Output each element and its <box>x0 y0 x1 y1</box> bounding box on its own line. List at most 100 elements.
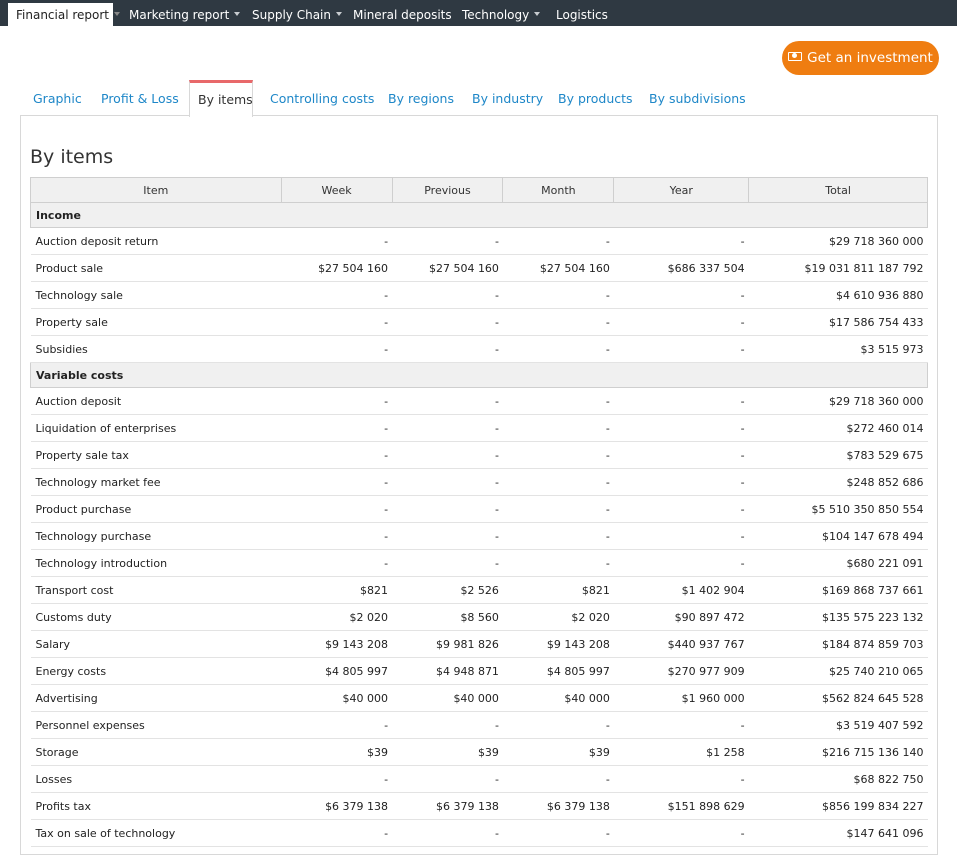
table-cell: - <box>392 765 503 793</box>
subtab-graphic[interactable]: Graphic <box>33 80 82 116</box>
section-title: Income <box>30 202 928 228</box>
table-cell: $3 519 407 592 <box>748 711 928 739</box>
table-row: Customs duty $2 020 $8 560 $2 020 $90 897 47… <box>30 603 928 631</box>
table-cell: $9 143 208 <box>502 630 614 658</box>
table-cell: $3 515 973 <box>748 335 928 363</box>
table-cell: - <box>281 765 393 793</box>
table-cell: - <box>613 387 749 415</box>
row-item-label: Profits tax <box>30 792 282 820</box>
table-cell: - <box>502 522 614 550</box>
nav-tab-financial-report[interactable]: Financial report <box>8 3 121 26</box>
table-cell: $40 000 <box>392 684 503 712</box>
table-cell: $821 <box>281 576 393 604</box>
table-row: Advertising $40 000 $40 000 $40 000 $1 960 0… <box>30 684 928 712</box>
table-cell: - <box>392 308 503 336</box>
table-cell: - <box>613 281 749 309</box>
table-cell: $27 504 160 <box>392 254 503 282</box>
table-cell: - <box>613 468 749 496</box>
table-cell: - <box>281 281 393 309</box>
subtab-controlling-costs[interactable]: Controlling costs <box>270 80 374 116</box>
page-title: By items <box>30 146 114 168</box>
row-item-label: Personnel expenses <box>30 711 282 739</box>
table-cell: $6 379 138 <box>281 792 393 820</box>
table-cell: $272 460 014 <box>748 414 928 442</box>
table-cell: $1 402 904 <box>613 576 749 604</box>
table-cell: - <box>502 819 614 847</box>
nav-tab-technology[interactable]: Technology <box>454 3 548 26</box>
nav-tab-logistics[interactable]: Logistics <box>548 3 616 26</box>
row-item-label: Auction deposit return <box>30 227 282 255</box>
table-cell: $4 610 936 880 <box>748 281 928 309</box>
table-cell: $6 379 138 <box>502 792 614 820</box>
subtab-by-products[interactable]: By products <box>558 80 633 116</box>
table-cell: - <box>392 549 503 577</box>
table-cell: $821 <box>502 576 614 604</box>
table-cell: - <box>502 308 614 336</box>
row-item-label: Tax on sale of technology <box>30 819 282 847</box>
table-cell: $147 641 096 <box>748 819 928 847</box>
table-cell: $39 <box>392 738 503 766</box>
row-item-label: Technology sale <box>30 281 282 309</box>
table-cell: $104 147 678 494 <box>748 522 928 550</box>
table-cell: $680 221 091 <box>748 549 928 577</box>
table-cell: - <box>613 765 749 793</box>
subtab-by-industry[interactable]: By industry <box>472 80 543 116</box>
table-cell: - <box>281 387 393 415</box>
row-item-label: Property sale tax <box>30 441 282 469</box>
table-cell: - <box>613 819 749 847</box>
chevron-down-icon <box>234 11 241 16</box>
table-cell: $39 <box>502 738 614 766</box>
report-table: Item Week Previous Month Year Total Inco… <box>30 177 928 847</box>
table-cell: - <box>613 308 749 336</box>
table-cell: $169 868 737 661 <box>748 576 928 604</box>
column-header[interactable]: Month <box>502 177 615 203</box>
table-row: Subsidies - - - - $3 515 973 <box>30 335 928 363</box>
column-header[interactable]: Total <box>748 177 928 203</box>
subtab-by-regions[interactable]: By regions <box>388 80 454 116</box>
row-item-label: Product sale <box>30 254 282 282</box>
table-cell: - <box>392 281 503 309</box>
nav-tab-label: Marketing report <box>129 8 230 22</box>
column-header[interactable]: Week <box>280 177 393 203</box>
table-cell: - <box>281 414 393 442</box>
table-cell: $68 822 750 <box>748 765 928 793</box>
table-row: Profits tax $6 379 138 $6 379 138 $6 379 13… <box>30 792 928 820</box>
table-row: Salary $9 143 208 $9 981 826 $9 143 208 $440… <box>30 630 928 658</box>
table-row: Technology introduction - - - - $680 221 091 <box>30 549 928 577</box>
table-cell: $4 805 997 <box>502 657 614 685</box>
nav-tab-supply-chain[interactable]: Supply Chain <box>244 3 350 26</box>
row-item-label: Technology purchase <box>30 522 282 550</box>
column-header[interactable]: Year <box>613 177 750 203</box>
table-cell: - <box>613 522 749 550</box>
subtab-by-items[interactable]: By items <box>189 80 253 117</box>
subtab-by-subdivisions[interactable]: By subdivisions <box>649 80 746 116</box>
row-item-label: Transport cost <box>30 576 282 604</box>
table-cell: $90 897 472 <box>613 603 749 631</box>
nav-tab-label: Mineral deposits <box>353 8 452 22</box>
chevron-down-icon <box>534 11 541 16</box>
money-icon <box>788 51 803 61</box>
column-header[interactable]: Previous <box>391 177 504 203</box>
table-cell: - <box>613 335 749 363</box>
nav-tab-label: Technology <box>462 8 530 22</box>
table-cell: - <box>392 441 503 469</box>
nav-tab-marketing-report[interactable]: Marketing report <box>121 3 248 26</box>
get-investment-button[interactable]: Get an investment <box>782 41 939 75</box>
table-cell: - <box>613 414 749 442</box>
table-cell: - <box>502 495 614 523</box>
table-cell: - <box>502 441 614 469</box>
table-cell: - <box>392 711 503 739</box>
nav-tab-mineral-deposits[interactable]: Mineral deposits <box>345 3 460 26</box>
table-cell: - <box>281 441 393 469</box>
table-cell: - <box>502 765 614 793</box>
column-header[interactable]: Item <box>30 177 282 203</box>
subtab-profit-loss[interactable]: Profit & Loss <box>101 80 179 116</box>
table-cell: - <box>281 522 393 550</box>
table-cell: - <box>613 711 749 739</box>
table-row: Personnel expenses - - - - $3 519 407 592 <box>30 711 928 739</box>
get-investment-label: Get an investment <box>807 50 933 66</box>
chevron-down-icon <box>335 11 342 16</box>
table-cell: $29 718 360 000 <box>748 227 928 255</box>
nav-tab-label: Financial report <box>16 8 110 22</box>
table-cell: $19 031 811 187 792 <box>748 254 928 282</box>
